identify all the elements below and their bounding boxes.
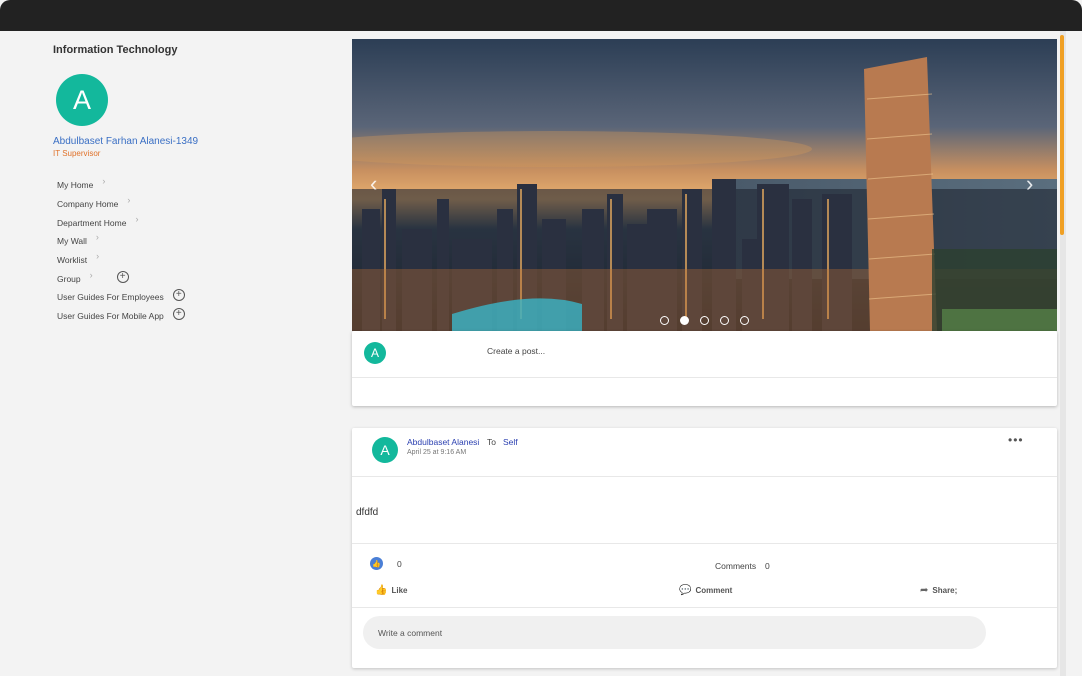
sidebar-item-label: My Wall bbox=[57, 236, 87, 247]
sidebar: Information Technology A Abdulbaset Farh… bbox=[0, 31, 345, 676]
like-count: 0 bbox=[397, 559, 402, 569]
sidebar-item-my-wall[interactable]: My Wall › bbox=[57, 232, 185, 251]
thumbs-up-icon: 👍 bbox=[370, 557, 383, 570]
avatar: A bbox=[364, 342, 386, 364]
carousel-banner[interactable]: ‹ › bbox=[352, 39, 1057, 331]
department-title: Information Technology bbox=[53, 44, 178, 56]
comments-count: 0 bbox=[765, 561, 770, 571]
carousel-prev-icon[interactable]: ‹ bbox=[370, 171, 377, 197]
sidebar-item-group[interactable]: Group › + bbox=[57, 269, 185, 288]
carousel-next-icon[interactable]: › bbox=[1026, 171, 1033, 197]
carousel-dot[interactable] bbox=[680, 316, 689, 325]
carousel-indicators bbox=[660, 316, 749, 325]
scrollbar-thumb[interactable] bbox=[1060, 35, 1064, 235]
chevron-right-icon: › bbox=[96, 251, 100, 262]
sidebar-item-company-home[interactable]: Company Home › bbox=[57, 195, 185, 214]
comment-label: Comment bbox=[695, 586, 733, 595]
post-target-link[interactable]: Self bbox=[503, 437, 518, 447]
sidebar-item-label: User Guides For Employees bbox=[57, 292, 164, 303]
plus-circle-icon[interactable]: + bbox=[116, 270, 129, 283]
comment-button[interactable]: 💬 Comment bbox=[679, 585, 732, 596]
divider bbox=[352, 543, 1057, 544]
avatar[interactable]: A bbox=[372, 437, 398, 463]
sidebar-item-user-guides-mobile[interactable]: User Guides For Mobile App + bbox=[57, 307, 185, 326]
sidebar-item-label: My Home bbox=[57, 180, 94, 191]
sidebar-nav: My Home › Company Home › Department Home… bbox=[57, 176, 185, 326]
share-button[interactable]: ➦ Share; bbox=[920, 585, 957, 596]
sidebar-item-user-guides-employees[interactable]: User Guides For Employees + bbox=[57, 288, 185, 307]
carousel-dot[interactable] bbox=[720, 316, 729, 325]
sidebar-item-label: User Guides For Mobile App bbox=[57, 311, 164, 322]
carousel-dot[interactable] bbox=[700, 316, 709, 325]
divider bbox=[352, 607, 1057, 608]
more-options-icon[interactable]: ••• bbox=[1008, 433, 1024, 447]
post-card: A Abdulbaset Alanesi To Self April 25 at… bbox=[352, 428, 1057, 668]
like-button[interactable]: 👍 Like bbox=[375, 585, 407, 596]
write-comment-input[interactable] bbox=[363, 616, 986, 649]
sidebar-item-department-home[interactable]: Department Home › bbox=[57, 213, 185, 232]
chevron-right-icon: › bbox=[102, 176, 106, 187]
chevron-right-icon: › bbox=[89, 269, 93, 280]
plus-circle-icon[interactable]: + bbox=[172, 289, 185, 302]
carousel-dot[interactable] bbox=[660, 316, 669, 325]
sidebar-item-label: Department Home bbox=[57, 217, 127, 228]
create-post-card: A Create a post... bbox=[352, 331, 1057, 406]
chevron-right-icon: › bbox=[95, 232, 99, 243]
share-label: Share; bbox=[932, 586, 958, 595]
chevron-right-icon: › bbox=[127, 195, 131, 206]
divider bbox=[352, 377, 1057, 378]
city-skyline-image bbox=[352, 39, 1057, 331]
create-post-input[interactable]: Create a post... bbox=[487, 346, 545, 356]
carousel-dot[interactable] bbox=[740, 316, 749, 325]
plus-circle-icon[interactable]: + bbox=[172, 308, 185, 321]
post-body-text: dfdfd bbox=[356, 507, 379, 518]
user-role: IT Supervisor bbox=[53, 149, 101, 158]
comments-label: Comments bbox=[715, 561, 757, 571]
like-label: Like bbox=[391, 586, 408, 595]
sidebar-item-label: Group bbox=[57, 273, 81, 284]
thumbs-up-icon: 👍 bbox=[375, 585, 388, 596]
sidebar-item-worklist[interactable]: Worklist › bbox=[57, 251, 185, 270]
post-to-label: To bbox=[487, 437, 496, 447]
sidebar-item-my-home[interactable]: My Home › bbox=[57, 176, 185, 195]
sidebar-item-label: Worklist bbox=[57, 255, 88, 266]
chevron-right-icon: › bbox=[135, 213, 139, 224]
share-icon: ➦ bbox=[920, 585, 929, 596]
avatar[interactable]: A bbox=[56, 74, 108, 126]
user-name-link[interactable]: Abdulbaset Farhan Alanesi-1349 bbox=[53, 136, 198, 147]
post-timestamp: April 25 at 9:16 AM bbox=[407, 449, 467, 456]
top-bar bbox=[0, 0, 1082, 31]
divider bbox=[352, 476, 1057, 477]
comment-icon: 💬 bbox=[679, 585, 692, 596]
post-author-link[interactable]: Abdulbaset Alanesi bbox=[407, 437, 479, 447]
sidebar-item-label: Company Home bbox=[57, 199, 119, 210]
